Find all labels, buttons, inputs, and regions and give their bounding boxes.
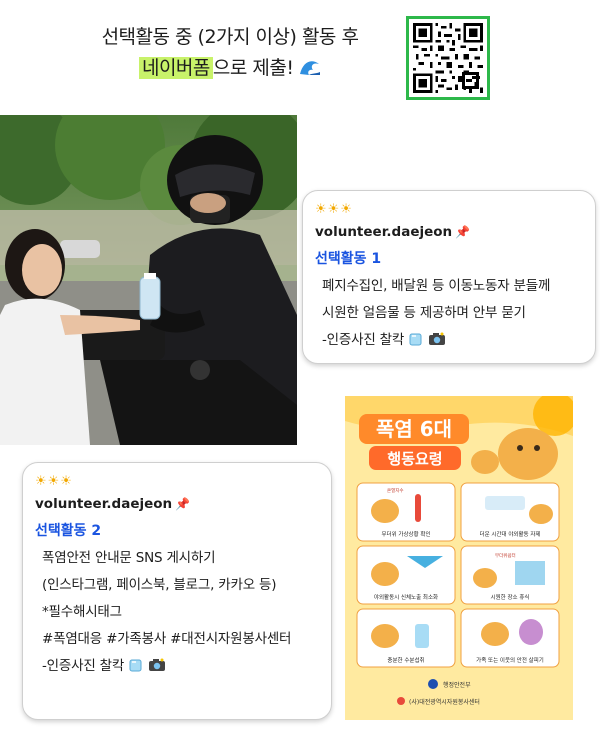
activity-title: 선택활동 1 <box>315 251 382 267</box>
panel-caption: 충분한 수분섭취 <box>387 656 424 664</box>
naver-form-highlight: 네이버폼 <box>138 57 213 79</box>
activity-line: (인스타그램, 페이스북, 블로그, 카카오 등) <box>42 577 277 593</box>
activity-line: -인증사진 찰칵 <box>42 653 319 683</box>
activity-title: 선택활동 2 <box>35 523 102 539</box>
activity-card-2: ☀☀☀ volunteer.daejeon 📌 선택활동 2 폭염안전 안내문 S… <box>22 462 332 720</box>
qr-code-icon <box>413 23 483 93</box>
ice-cube-icon <box>408 330 424 357</box>
activity-description: 폐지수집인, 배달원 등 이동노동자 분들께 시원한 얼음물 등 제공하며 안부… <box>322 273 583 357</box>
panel-tag: 무더위쉼터 <box>495 552 516 559</box>
activity-line: 폐지수집인, 배달원 등 이동노동자 분들께 <box>322 278 551 294</box>
delivery-rider-photo <box>0 115 297 445</box>
username-text: volunteer.daejeon <box>315 224 453 240</box>
poster-footer-center: (사)대전광역시자원봉사센터 <box>409 698 480 706</box>
panel-caption: 시원한 장소 휴식 <box>491 593 530 601</box>
panel-tag: 온열지수 <box>387 487 404 494</box>
qr-code[interactable] <box>406 16 490 100</box>
heatwave-poster: 폭염 6대 행동요령 무더위 가상상황 확인 더운 시간대 야외활동 자제 야외… <box>345 396 573 720</box>
activity-line: 폭염안전 안내문 SNS 게시하기 <box>42 550 216 566</box>
panel-caption: 무더위 가상상황 확인 <box>381 530 430 538</box>
camera-icon <box>428 330 446 357</box>
header-line2: 네이버폼 으로 제출! <box>60 52 400 84</box>
poster-footer-ministry: 행정안전부 <box>443 681 471 689</box>
header-line1: 선택활동 중 (2가지 이상) 활동 후 <box>101 26 359 48</box>
sun-icons: ☀☀☀ <box>35 474 73 489</box>
ice-cube-icon <box>128 656 144 683</box>
poster-title: 폭염 6대 <box>376 417 452 441</box>
hashtag-line: #폭염대응 #가족봉사 #대전시자원봉사센터 <box>42 631 292 647</box>
photo-proof-text: -인증사진 찰칵 <box>322 332 405 348</box>
water-wave-icon <box>299 54 321 75</box>
username-text: volunteer.daejeon <box>35 496 173 512</box>
poster-subtitle: 행동요령 <box>387 450 442 468</box>
activity-card-1: ☀☀☀ volunteer.daejeon 📌 선택활동 1 폐지수집인, 배달원… <box>302 190 596 364</box>
panel-caption: 야외활동시 신체노출 최소화 <box>374 593 438 601</box>
activity-line: 시원한 얼음물 등 제공하며 안부 묻기 <box>322 305 526 321</box>
panel-caption: 가족 또는 이웃의 안전 살피기 <box>476 656 544 664</box>
sun-icons: ☀☀☀ <box>315 202 353 217</box>
pushpin-icon: 📌 <box>455 225 471 239</box>
activity-description: 폭염안전 안내문 SNS 게시하기 (인스타그램, 페이스북, 블로그, 카카오… <box>42 545 319 683</box>
camera-icon <box>148 656 166 683</box>
pushpin-icon: 📌 <box>175 497 191 511</box>
activity-line: -인증사진 찰칵 <box>322 327 583 357</box>
username: volunteer.daejeon 📌 <box>315 223 583 241</box>
header-line2-rest: 으로 제출! <box>212 57 294 79</box>
username: volunteer.daejeon 📌 <box>35 495 319 513</box>
panel-caption: 더운 시간대 야외활동 자제 <box>480 530 541 538</box>
header: 선택활동 중 (2가지 이상) 활동 후 네이버폼 으로 제출! <box>60 22 400 84</box>
activity-line: *필수해시태그 <box>42 604 122 620</box>
photo-proof-text: -인증사진 찰칵 <box>42 658 125 674</box>
